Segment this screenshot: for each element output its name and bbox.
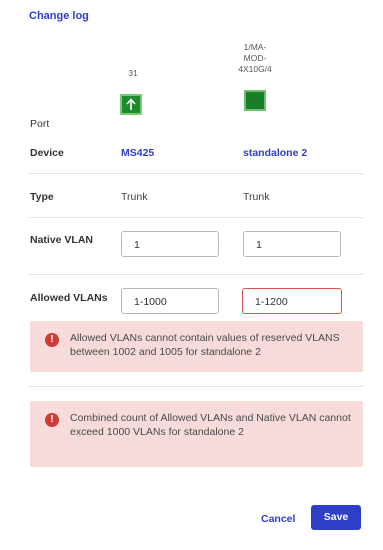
port-2-name-line-1: 1/MA- xyxy=(243,42,267,52)
port-label: Port xyxy=(30,118,50,130)
divider xyxy=(29,217,364,218)
vlan-count-error-alert: ! Combined count of Allowed VLANs and Na… xyxy=(30,401,363,467)
port-1-name: 31 xyxy=(113,68,153,79)
allowed-vlans-input-1[interactable]: 1-1000 xyxy=(121,288,219,314)
native-vlan-label: Native VLAN xyxy=(30,234,94,246)
change-log-link[interactable]: Change log xyxy=(29,10,89,22)
divider xyxy=(29,173,364,174)
native-vlan-input-2[interactable]: 1 xyxy=(243,231,341,257)
error-icon: ! xyxy=(45,333,59,347)
save-button[interactable]: Save xyxy=(311,505,361,530)
port-2-name-line-3: 4X10G/4 xyxy=(238,64,272,74)
reserved-vlans-error-alert: ! Allowed VLANs cannot contain values of… xyxy=(30,321,363,372)
type-value-2: Trunk xyxy=(243,191,270,203)
uplink-port-icon[interactable] xyxy=(120,94,142,115)
cancel-button[interactable]: Cancel xyxy=(261,513,295,525)
device-link-2[interactable]: standalone 2 xyxy=(243,147,307,159)
error-icon: ! xyxy=(45,413,59,427)
type-value-1: Trunk xyxy=(121,191,148,203)
device-label: Device xyxy=(30,147,64,159)
device-link-1[interactable]: MS425 xyxy=(121,147,154,159)
port-icon[interactable] xyxy=(244,90,266,111)
vlan-count-error-text: Combined count of Allowed VLANs and Nati… xyxy=(70,412,351,438)
allowed-vlans-label: Allowed VLANs xyxy=(30,292,108,304)
divider xyxy=(29,274,364,275)
divider xyxy=(29,386,364,387)
type-label: Type xyxy=(30,191,54,203)
native-vlan-input-1[interactable]: 1 xyxy=(121,231,219,257)
port-2-name: 1/MA- MOD- 4X10G/4 xyxy=(229,42,281,75)
reserved-vlans-error-text: Allowed VLANs cannot contain values of r… xyxy=(70,332,340,358)
port-2-name-line-2: MOD- xyxy=(243,53,267,63)
allowed-vlans-input-2[interactable]: 1-1200 xyxy=(242,288,342,314)
port-1-name-line: 31 xyxy=(128,68,138,78)
